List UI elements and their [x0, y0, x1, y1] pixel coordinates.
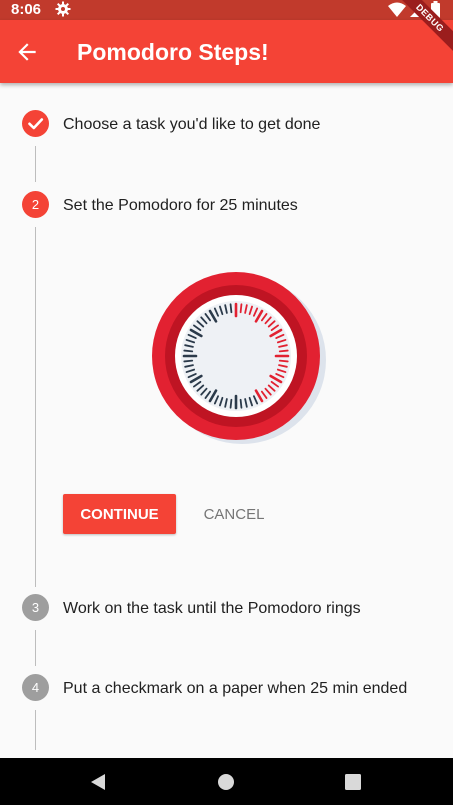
status-bar: 8:06	[0, 0, 453, 20]
settings-gear-icon	[55, 1, 71, 17]
dial-tick	[229, 398, 233, 409]
step-1-title: Choose a task you'd like to get done	[63, 116, 321, 133]
step-1[interactable]: Choose a task you'd like to get done	[0, 104, 453, 144]
dial-tick	[239, 303, 243, 314]
cancel-button[interactable]: CANCEL	[191, 494, 277, 534]
step-2-marker: 2	[22, 191, 49, 218]
step-1-marker	[22, 110, 49, 137]
signal-icon	[410, 3, 424, 17]
page-title: Pomodoro Steps!	[77, 39, 269, 65]
dial-tick	[278, 359, 289, 363]
dial-tick	[229, 303, 233, 314]
step-connector	[35, 710, 36, 750]
step-2-title: Set the Pomodoro for 25 minutes	[63, 197, 298, 214]
step-3-title: Work on the task until the Pomodoro ring…	[63, 600, 361, 617]
home-circle-icon[interactable]	[216, 772, 236, 792]
step-connector	[35, 146, 36, 182]
step-3[interactable]: 3 Work on the task until the Pomodoro ri…	[0, 588, 453, 628]
check-icon	[28, 118, 44, 130]
dial-tick	[183, 349, 194, 353]
battery-icon	[431, 1, 440, 18]
step-3-marker: 3	[22, 594, 49, 621]
step-4-marker: 4	[22, 674, 49, 701]
system-nav-bar	[0, 758, 453, 805]
step-4[interactable]: 4 Put a checkmark on a paper when 25 min…	[0, 668, 453, 708]
pomodoro-timer-illustration	[152, 272, 326, 444]
arrow-back-icon[interactable]	[14, 39, 40, 65]
step-2-content-line	[35, 227, 36, 587]
back-triangle-icon[interactable]	[88, 772, 108, 792]
dial-tick	[239, 398, 243, 409]
app-bar: Pomodoro Steps!	[0, 20, 453, 83]
dial-tick	[183, 359, 194, 363]
step-4-title: Put a checkmark on a paper when 25 min e…	[63, 680, 408, 697]
step-connector	[35, 630, 36, 666]
status-time: 8:06	[11, 1, 42, 18]
wifi-icon	[388, 2, 406, 17]
continue-button[interactable]: CONTINUE	[63, 494, 176, 534]
recents-square-icon[interactable]	[343, 772, 363, 792]
step-2[interactable]: 2 Set the Pomodoro for 25 minutes	[0, 185, 453, 225]
dial-tick	[278, 349, 289, 353]
